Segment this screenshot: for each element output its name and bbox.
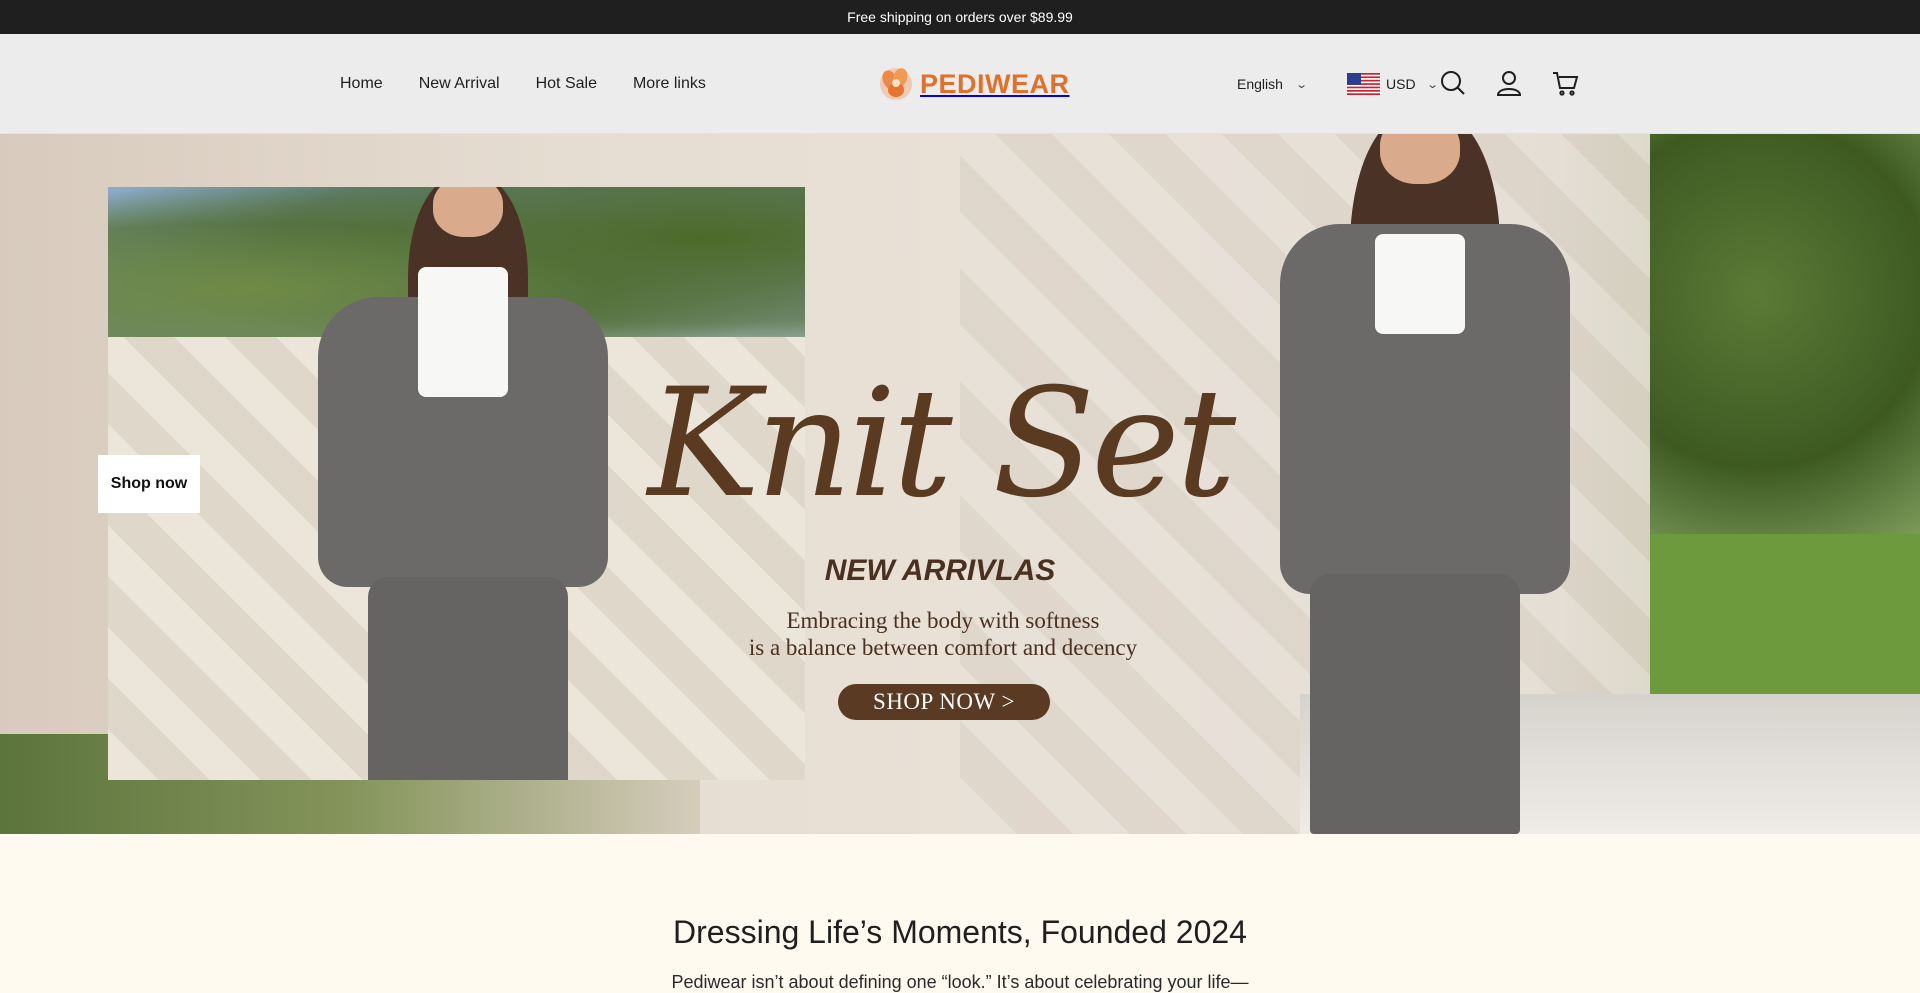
site-header: Home New Arrival Hot Sale More links PED… bbox=[0, 34, 1920, 134]
search-button[interactable] bbox=[1438, 70, 1468, 100]
currency-selector[interactable]: USD ⌄ bbox=[1347, 34, 1439, 134]
currency-label: USD bbox=[1386, 76, 1416, 92]
about-section: Dressing Life’s Moments, Founded 2024 Pe… bbox=[0, 834, 1920, 993]
nav-more-links[interactable]: More links bbox=[633, 75, 706, 93]
chevron-down-icon: ⌄ bbox=[1425, 78, 1439, 91]
nav-home[interactable]: Home bbox=[340, 75, 383, 93]
model-right-image bbox=[1260, 134, 1600, 834]
model-left-image bbox=[258, 187, 678, 780]
chevron-down-icon: ⌄ bbox=[1295, 78, 1308, 91]
account-button[interactable] bbox=[1494, 70, 1524, 100]
account-icon bbox=[1495, 69, 1523, 102]
site-logo[interactable]: PEDIWEAR bbox=[874, 58, 1070, 110]
search-icon bbox=[1439, 69, 1467, 102]
language-label: English bbox=[1237, 76, 1283, 92]
language-selector[interactable]: English ⌄ bbox=[1237, 34, 1308, 134]
hero-tagline: Embracing the body with softness is a ba… bbox=[690, 607, 1196, 661]
announcement-text: Free shipping on orders over $89.99 bbox=[847, 9, 1073, 25]
us-flag-icon bbox=[1347, 73, 1380, 95]
announcement-bar: Free shipping on orders over $89.99 bbox=[0, 0, 1920, 34]
logo-flower-icon bbox=[874, 62, 918, 106]
about-heading: Dressing Life’s Moments, Founded 2024 bbox=[673, 914, 1247, 950]
main-nav: Home New Arrival Hot Sale More links bbox=[340, 34, 742, 134]
hero-banner[interactable]: Shop now Knit Set NEW ARRIVLAS Embracing… bbox=[0, 134, 1920, 834]
logo-wordmark: PEDIWEAR bbox=[920, 68, 1070, 99]
hero-tagline-line1: Embracing the body with softness bbox=[786, 608, 1100, 633]
cart-button[interactable] bbox=[1550, 70, 1580, 100]
hero-shop-now-button[interactable]: SHOP NOW > bbox=[838, 684, 1050, 720]
hero-subtitle: NEW ARRIVLAS bbox=[824, 554, 1056, 587]
about-text: Pediwear isn’t about defining one “look.… bbox=[671, 972, 1249, 992]
nav-new-arrival[interactable]: New Arrival bbox=[419, 75, 500, 93]
hero-title: Knit Set bbox=[647, 357, 1236, 531]
hero-tagline-line2: is a balance between comfort and decency bbox=[748, 635, 1138, 660]
nav-hot-sale[interactable]: Hot Sale bbox=[536, 75, 597, 93]
hero-trees bbox=[1650, 134, 1920, 534]
shop-now-button[interactable]: Shop now bbox=[98, 455, 200, 513]
cart-icon bbox=[1551, 69, 1579, 102]
